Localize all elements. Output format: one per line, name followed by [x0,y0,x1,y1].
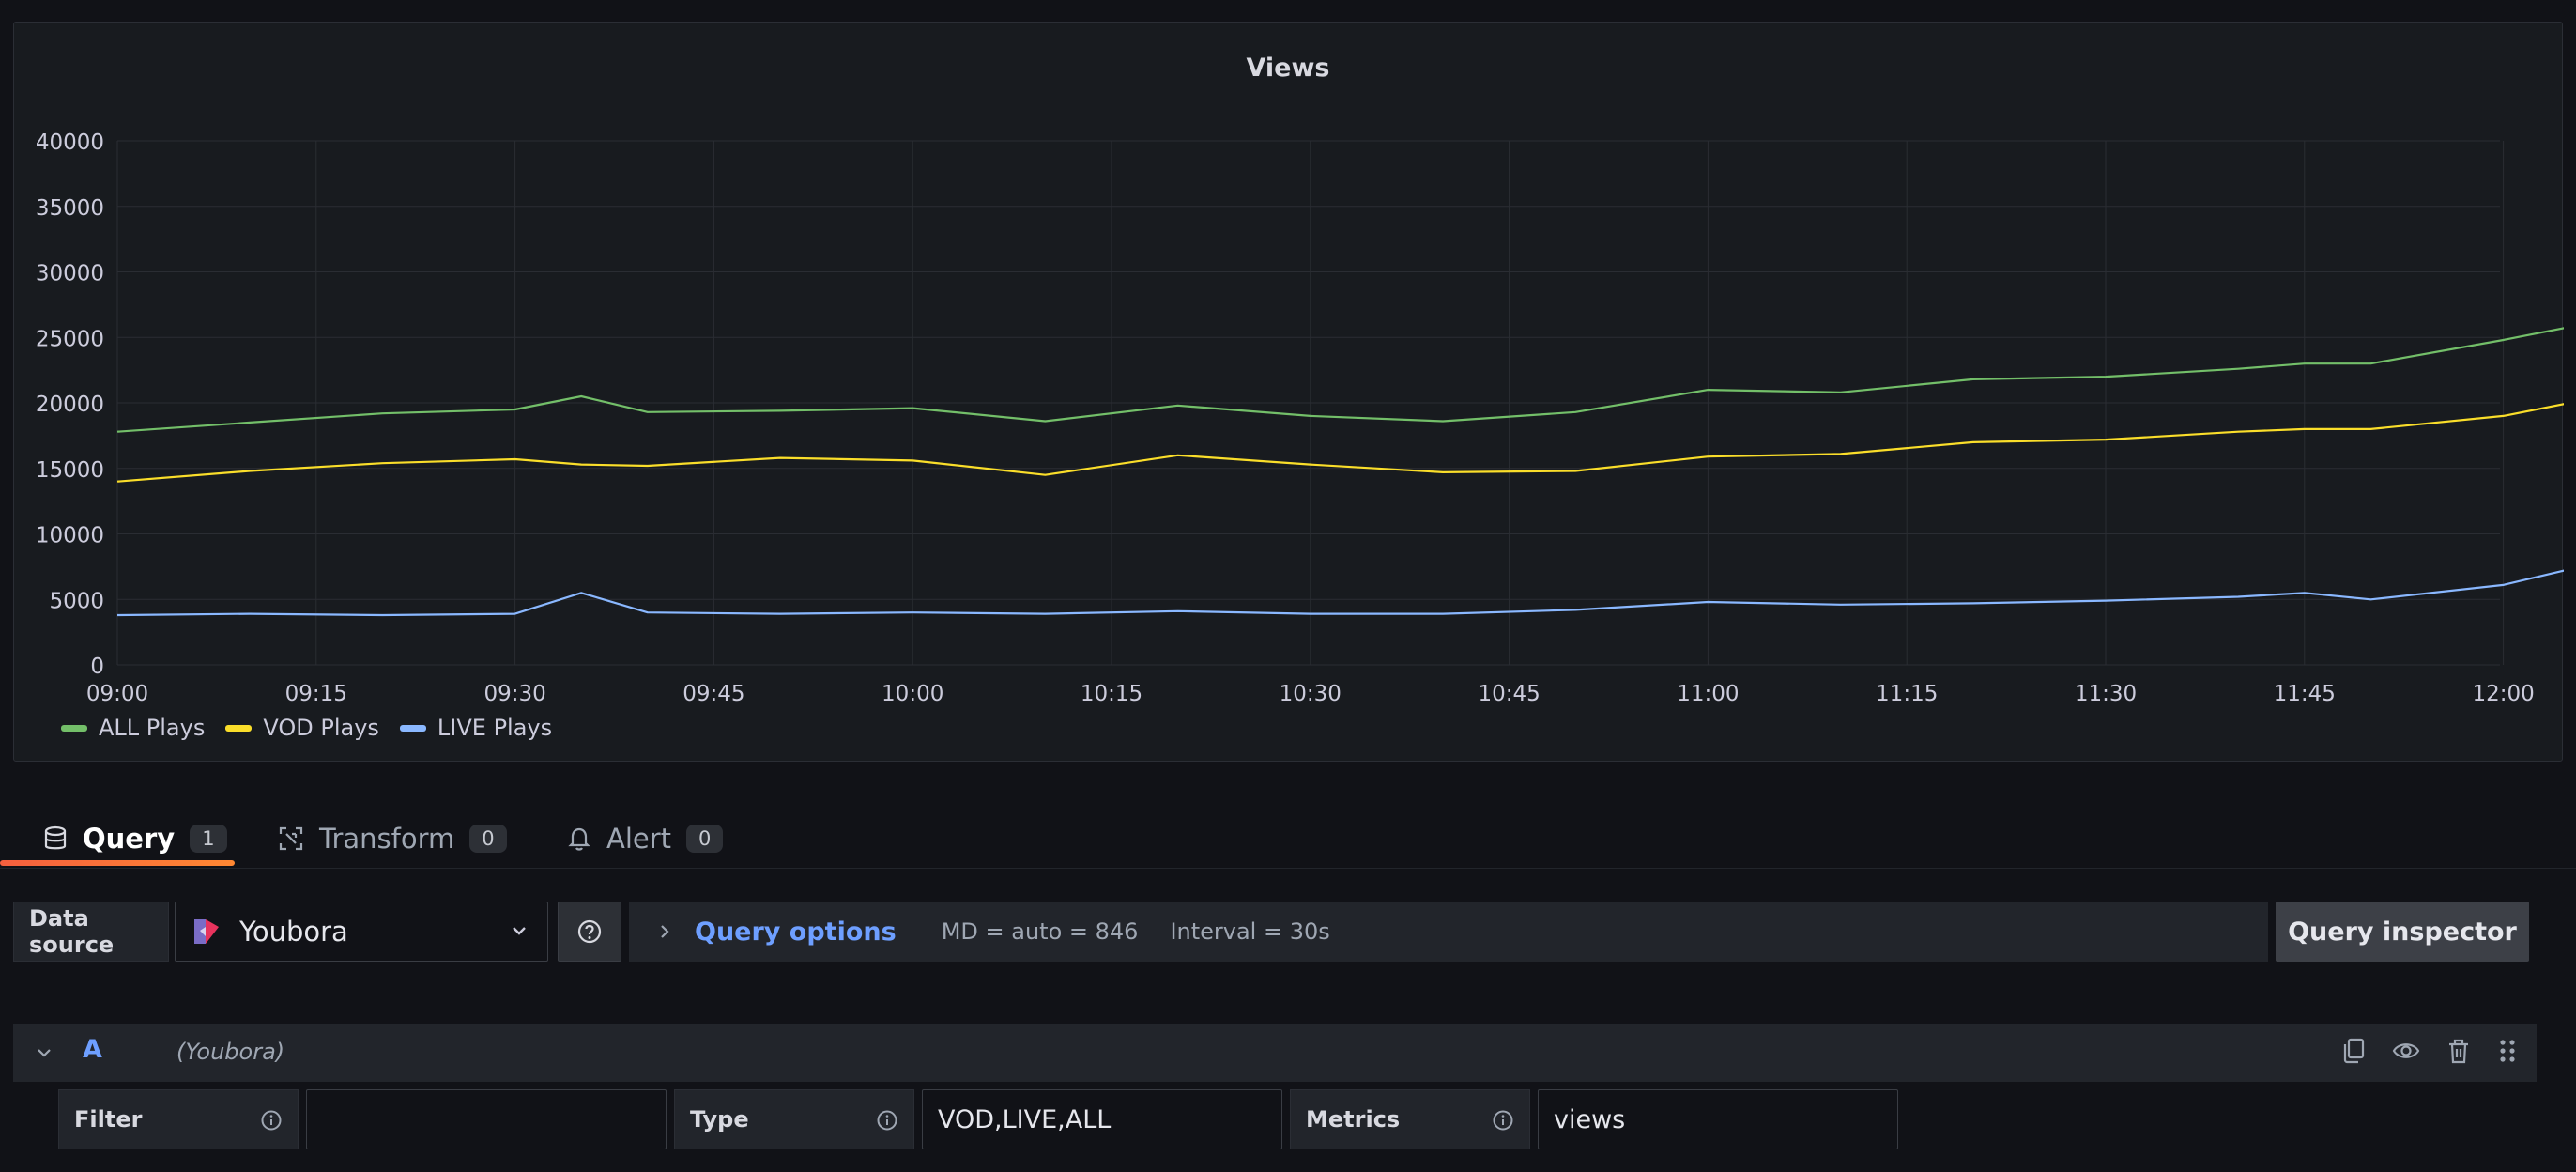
datasource-help-button[interactable] [558,902,621,962]
y-tick-label: 20000 [36,393,104,417]
query-row-actions [2339,1037,2518,1065]
series-line-vod-plays[interactable] [116,303,2564,483]
interval-info: Interval = 30s [1170,918,1330,945]
max-datapoints-info: MD = auto = 846 [941,918,1139,945]
datasource-picker[interactable]: Youbora [175,902,548,962]
trash-icon[interactable] [2445,1037,2473,1065]
filter-label: Filter [58,1089,299,1149]
legend-label: VOD Plays [263,715,379,741]
type-input[interactable]: VOD,LIVE,ALL [922,1089,1282,1149]
chevron-right-icon [661,925,669,938]
legend-label: LIVE Plays [437,715,553,741]
metrics-label: Metrics [1290,1089,1530,1149]
chevron-down-icon [513,927,526,935]
duplicate-icon[interactable] [2339,1037,2368,1065]
y-tick-label: 35000 [36,196,104,221]
editor-tabs: Query 1 Transform 0 Alert 0 [13,808,2563,870]
datasource-value: Youbora [239,916,348,948]
drag-handle-icon[interactable] [2497,1037,2518,1065]
x-tick-label: 09:45 [682,682,744,706]
x-tick-label: 09:00 [86,682,148,706]
eye-icon[interactable] [2392,1037,2420,1065]
metrics-label-text: Metrics [1306,1106,1401,1133]
type-label-text: Type [690,1106,749,1133]
x-tick-label: 10:45 [1478,682,1540,706]
y-tick-label: 25000 [36,327,104,351]
datasource-label: Data source [13,902,169,962]
query-options-toggle[interactable]: Query options MD = auto = 846 Interval =… [629,902,2268,962]
chevron-down-icon[interactable] [34,1042,54,1063]
x-tick-label: 11:00 [1677,682,1739,706]
y-tick-label: 0 [90,655,104,679]
y-tick-label: 30000 [36,262,104,286]
bell-icon [568,827,590,851]
database-icon [44,825,67,850]
tab-count-badge: 0 [469,825,507,853]
y-tick-label: 15000 [36,458,104,483]
legend-item-all[interactable]: ALL Plays [61,715,205,741]
tab-count-badge: 0 [686,825,724,853]
x-tick-label: 10:30 [1280,682,1342,706]
chart-legend: ALL Plays VOD Plays LIVE Plays [61,715,552,741]
tab-label: Alert [606,823,672,855]
y-tick-label: 10000 [36,524,104,548]
views-chart[interactable]: 0 5000 10000 15000 20000 25000 30000 35000 40000… [14,23,2564,763]
filter-label-text: Filter [74,1106,143,1133]
x-tick-label: 10:00 [882,682,943,706]
query-options-label: Query options [695,917,897,947]
info-icon[interactable] [1492,1109,1514,1132]
tab-count-badge: 1 [190,825,227,853]
x-tick-label: 10:15 [1081,682,1142,706]
tab-label: Transform [319,823,455,855]
info-icon[interactable] [260,1109,283,1132]
info-icon[interactable] [876,1109,898,1132]
active-tab-indicator [0,860,235,866]
views-panel: Views 0 5000 10000 15000 20000 25000 30000 3500… [13,22,2564,763]
x-tick-label: 11:15 [1876,682,1938,706]
transform-icon [279,826,303,851]
tab-alert[interactable]: Alert 0 [567,808,724,870]
y-tick-label: 5000 [49,589,104,613]
tab-transform[interactable]: Transform 0 [278,808,507,870]
x-tick-label: 09:15 [285,682,347,706]
y-tick-label: 40000 [36,131,104,155]
question-circle-icon [577,919,602,944]
tabs-divider [0,868,2576,869]
query-row-header[interactable]: A (Youbora) [13,1024,2537,1082]
query-datasource-name: (Youbora) [176,1039,285,1065]
x-tick-label: 11:30 [2075,682,2137,706]
legend-label: ALL Plays [99,715,206,741]
x-tick-label: 09:30 [483,682,545,706]
x-tick-label: 12:00 [2472,682,2534,706]
series-line-all-plays[interactable] [116,180,2564,433]
query-inspector-button[interactable]: Query inspector [2276,902,2529,962]
youbora-logo-icon [194,919,219,944]
x-tick-label: 11:45 [2274,682,2336,706]
legend-item-vod[interactable]: VOD Plays [225,715,379,741]
tab-label: Query [83,823,176,855]
query-toolbar: Data source Youbora Query options MD = a… [13,902,2563,962]
query-ref-id[interactable]: A [83,1035,102,1064]
filter-input[interactable] [306,1089,667,1149]
legend-item-live[interactable]: LIVE Plays [399,715,553,741]
series-line-live-plays[interactable] [116,479,2564,617]
type-label: Type [674,1089,914,1149]
legend-swatch [399,724,426,732]
legend-swatch [225,724,253,732]
legend-swatch [61,724,87,732]
metrics-input[interactable]: views [1538,1089,1898,1149]
